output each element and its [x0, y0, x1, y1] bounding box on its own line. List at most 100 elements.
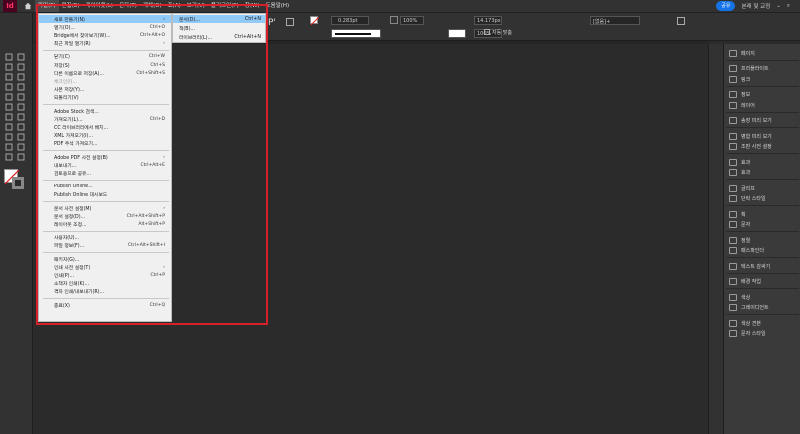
menu-item-3[interactable]: 문자(T) — [116, 0, 140, 12]
direct-selection-tool-icon[interactable] — [16, 53, 26, 61]
eyedropper-tool-icon[interactable] — [16, 143, 26, 151]
file-menu-item[interactable]: 저장(S) Ctrl+S — [39, 61, 171, 69]
file-menu-item[interactable]: CC 라이브러리에서 배치... — [39, 123, 171, 131]
gradient-feather-tool-icon[interactable] — [16, 133, 26, 141]
panel-tab-color[interactable]: 색상 — [724, 292, 800, 302]
file-menu-item[interactable]: XML 가져오기(I)... — [39, 132, 171, 140]
panel-tab-pathfinder[interactable]: 패스파인더 — [724, 246, 800, 256]
file-menu-item[interactable]: 열기(O)... Ctrl+O — [39, 23, 171, 31]
new-submenu-item[interactable]: 문서(D)... Ctrl+N — [173, 15, 265, 23]
zoom-tool-icon[interactable] — [16, 153, 26, 161]
file-menu-item[interactable]: 최근 파일 열기(R) › — [39, 40, 171, 48]
ellipse-frame-tool-icon[interactable] — [16, 103, 26, 111]
file-menu-item[interactable]: 되돌리기(V) — [39, 94, 171, 102]
panel-tab-pages[interactable]: 페이지 — [724, 48, 800, 58]
file-menu-item[interactable]: 내보내기... Ctrl+Alt+E — [39, 161, 171, 169]
file-menu-item[interactable]: 레이아웃 조정... Alt+Shift+P — [39, 220, 171, 228]
menu-item-2[interactable]: 레이아웃(L) — [82, 0, 116, 12]
gradient-swatch-tool-icon[interactable] — [4, 133, 14, 141]
file-menu-item[interactable]: 체크인(I)... — [39, 77, 171, 85]
file-menu-item[interactable]: 파일 정보(F)... Ctrl+Alt+Shift+I — [39, 242, 171, 250]
panel-tab-character-style[interactable]: 문자 스타일 — [724, 329, 800, 339]
file-menu-item[interactable]: Publish Online 대시보드 — [39, 191, 171, 199]
auto-fit-checkbox[interactable] — [484, 29, 490, 35]
file-menu-item[interactable]: 종료(X) Ctrl+Q — [39, 301, 171, 309]
content-collector-tool-icon[interactable] — [4, 73, 14, 81]
pen-tool-icon[interactable] — [4, 93, 14, 101]
file-menu-item[interactable]: 검토용으로 공유... — [39, 169, 171, 177]
new-submenu-item[interactable]: 라이브러리(L)... Ctrl+Alt+N — [173, 33, 265, 41]
file-menu-item[interactable]: 새로 만들기(N) › — [39, 15, 171, 23]
content-placer-tool-icon[interactable] — [16, 73, 26, 81]
panel-tab-stroke[interactable]: 획 — [724, 209, 800, 219]
file-menu-item[interactable]: 사본 저장(Y)... — [39, 86, 171, 94]
file-menu-item[interactable]: PDF 주석 가져오기... — [39, 140, 171, 148]
file-menu-item[interactable]: 문서 사전 설정(M) › — [39, 204, 171, 212]
menu-item-0[interactable]: 파일(F) — [35, 0, 59, 12]
panel-tab-glyphs[interactable]: 글리프 — [724, 183, 800, 193]
file-menu-item[interactable]: 소책자 인쇄(K)... — [39, 280, 171, 288]
no-fill-swatch-icon[interactable] — [310, 16, 320, 26]
panel-tab-fx[interactable]: 효과 — [724, 157, 800, 167]
file-menu-item[interactable]: Publish Online... — [39, 183, 171, 191]
menu-item-1[interactable]: 편집(E) — [59, 0, 83, 12]
stroke-type-select[interactable] — [331, 29, 381, 38]
rectangle-tool-icon[interactable] — [4, 113, 14, 121]
style-select[interactable]: [없음]+ — [590, 16, 640, 25]
panel-tab-merge-preview[interactable]: 병합 미리 보기 — [724, 131, 800, 141]
scissors-tool-icon[interactable] — [4, 123, 14, 131]
percent-field-1[interactable]: 100% — [400, 16, 424, 25]
fill-swatch-icon[interactable] — [286, 18, 294, 26]
line-tool-icon[interactable] — [16, 83, 26, 91]
new-submenu-item[interactable]: 책(B)... — [173, 24, 265, 32]
file-menu-item[interactable]: 닫기(C) Ctrl+W — [39, 53, 171, 61]
panel-tab-links[interactable]: 링크 — [724, 74, 800, 84]
panel-tab-info[interactable]: 정보 — [724, 90, 800, 100]
pencil-tool-icon[interactable] — [16, 93, 26, 101]
rectangle-frame-tool-icon[interactable] — [4, 103, 14, 111]
hand-tool-icon[interactable] — [4, 153, 14, 161]
panel-tab-swatches[interactable]: 색상 견본 — [724, 318, 800, 328]
file-menu-item[interactable]: 인쇄(P)... Ctrl+P — [39, 271, 171, 279]
expand-icon[interactable] — [677, 17, 685, 25]
menu-item-8[interactable]: 창(W) — [242, 0, 263, 12]
share-button[interactable]: 공유 — [716, 1, 736, 11]
menu-item-4[interactable]: 개체(O) — [140, 0, 165, 12]
type-tool-icon[interactable] — [4, 83, 14, 91]
panel-tab-background-tasks[interactable]: 배경 작업 — [724, 277, 800, 287]
file-menu-item[interactable]: 가져오기(L)... Ctrl+D — [39, 115, 171, 123]
menu-item-6[interactable]: 보기(V) — [184, 0, 208, 12]
file-menu-item[interactable]: 인쇄 사전 설정(T) › — [39, 263, 171, 271]
file-menu-item[interactable]: 패키지(G)... — [39, 255, 171, 263]
menu-item-7[interactable]: 플러그인(P) — [208, 0, 242, 12]
chevron-down-icon[interactable]: ⌄ — [776, 3, 781, 9]
file-menu-item[interactable]: Bridge에서 찾아보기(W)... Ctrl+Alt+O — [39, 31, 171, 39]
panel-tab-character[interactable]: 문자 — [724, 220, 800, 230]
panel-tab-preflight[interactable]: 프리플라이트 — [724, 64, 800, 74]
panel-tab-typesetting[interactable]: 조판 사전 설정 — [724, 142, 800, 152]
file-menu-item[interactable]: Adobe Stock 검색... — [39, 107, 171, 115]
gap-tool-icon[interactable] — [16, 63, 26, 71]
stroke-swatch-icon[interactable] — [12, 177, 24, 189]
panel-tab-paragraph-style[interactable]: 단락 스타일 — [724, 194, 800, 204]
file-menu-item[interactable]: 다른 이름으로 저장(A)... Ctrl+Shift+S — [39, 69, 171, 77]
search-icon[interactable]: ⌕ — [787, 3, 790, 10]
page-tool-icon[interactable] — [4, 63, 14, 71]
width-field[interactable]: 14.173px — [474, 16, 502, 25]
file-menu-item[interactable]: 문서 설정(D)... Ctrl+Alt+Shift+P — [39, 212, 171, 220]
panel-tab-align[interactable]: 정렬 — [724, 235, 800, 245]
panel-tab-gradient[interactable]: 그레이디언트 — [724, 303, 800, 313]
proxy-reference-icon[interactable]: P' — [268, 18, 276, 28]
panel-tab-layers[interactable]: 레이어 — [724, 100, 800, 110]
home-icon[interactable] — [21, 0, 35, 12]
file-menu-item[interactable]: 사용자(U)... — [39, 234, 171, 242]
color-swatch[interactable] — [448, 29, 466, 38]
file-menu-item[interactable]: Adobe PDF 사전 설정(B) › — [39, 153, 171, 161]
menu-item-9[interactable]: 도움말(H) — [263, 0, 293, 12]
menu-item-5[interactable]: 표(A) — [165, 0, 184, 12]
selection-tool-icon[interactable] — [4, 53, 14, 61]
free-transform-tool-icon[interactable] — [16, 123, 26, 131]
file-menu-item[interactable]: 격자 인쇄/내보내기(R)... — [39, 288, 171, 296]
workspace-switcher[interactable]: 본래 및 교정 — [741, 2, 770, 10]
stroke-weight-field[interactable]: 0.283pt — [331, 16, 369, 25]
